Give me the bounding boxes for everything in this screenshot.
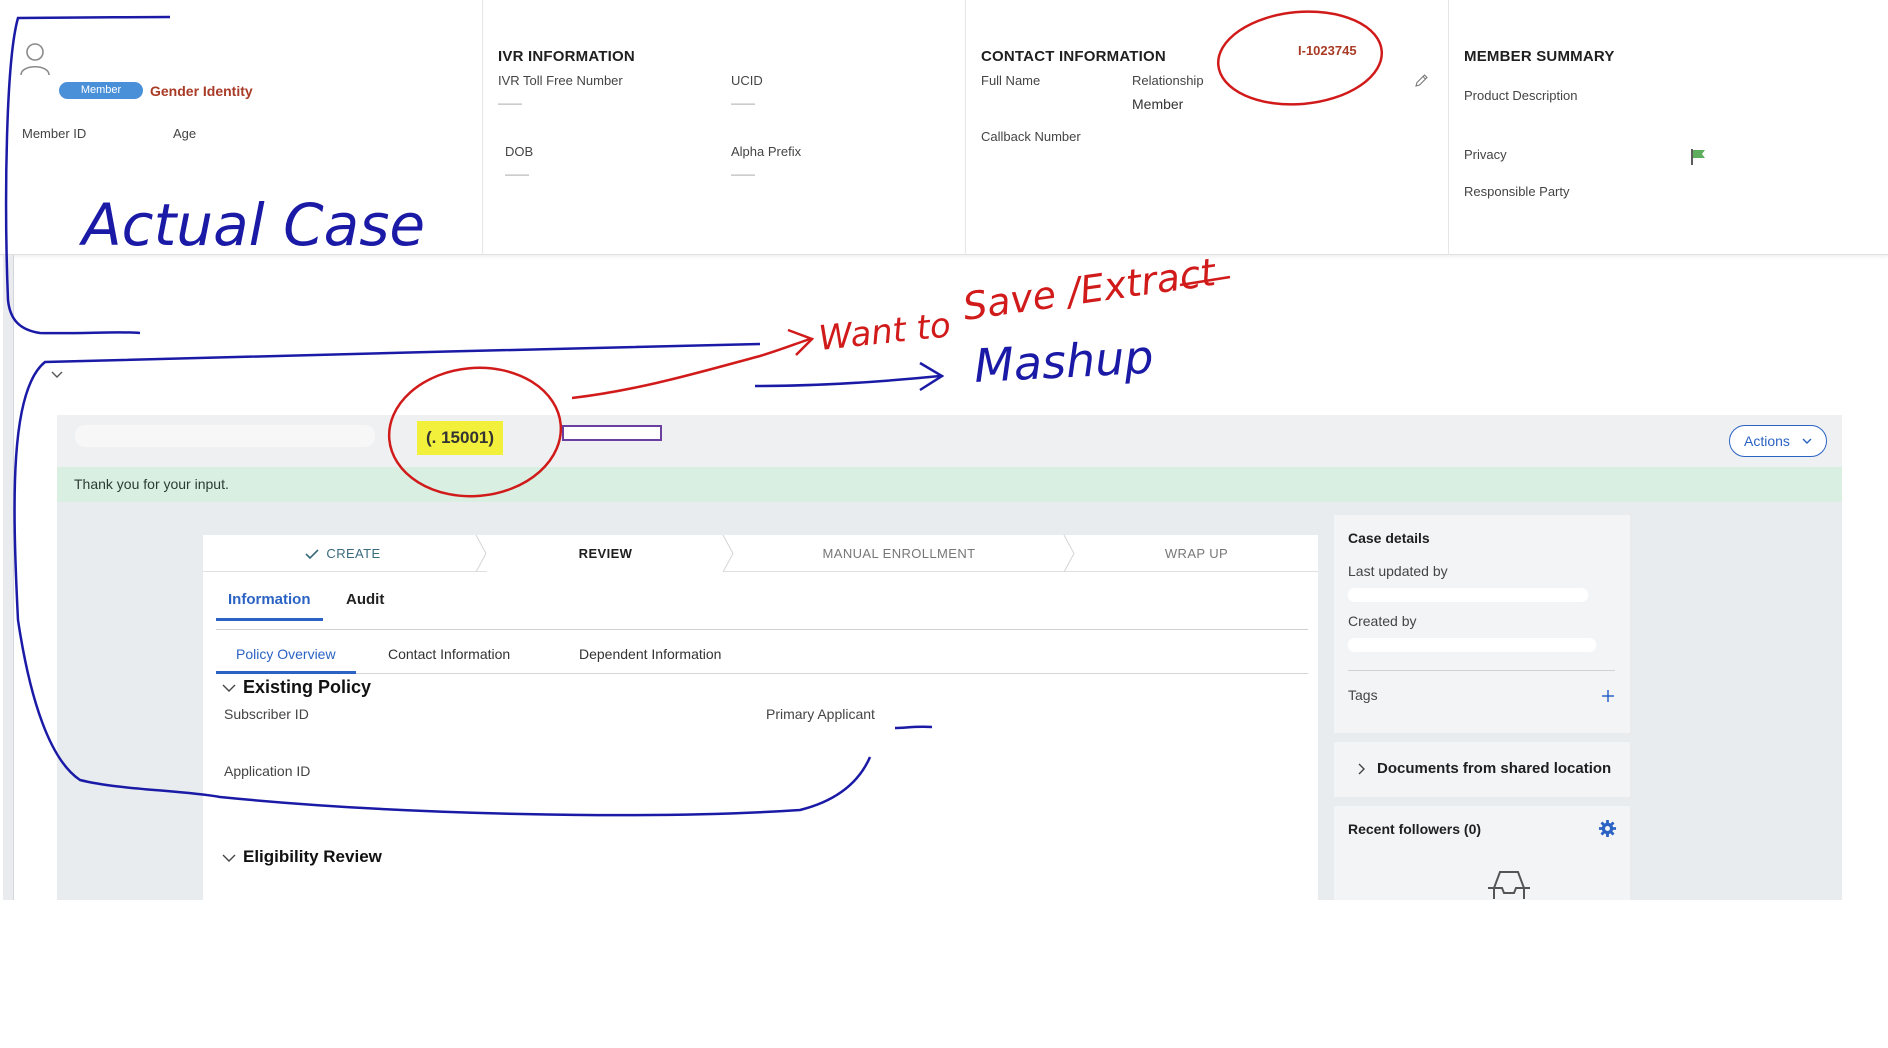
ivr-title: IVR INFORMATION <box>498 48 635 65</box>
divider <box>1348 670 1615 671</box>
stage-separator <box>475 535 487 572</box>
member-summary-title: MEMBER SUMMARY <box>1464 48 1615 65</box>
chevron-down-icon[interactable] <box>222 684 236 693</box>
existing-policy-heading[interactable]: Existing Policy <box>243 677 371 698</box>
redacted-value <box>1348 638 1596 652</box>
stage-label: REVIEW <box>578 546 633 561</box>
gender-identity-label: Gender Identity <box>150 83 253 99</box>
annotation-mashup: Mashup <box>973 330 1155 393</box>
redacted-value <box>1348 588 1588 602</box>
ucid-label: UCID <box>731 73 763 88</box>
gear-icon[interactable] <box>1598 819 1617 838</box>
case-status-badge <box>562 425 662 441</box>
ucid-value: —— <box>731 96 755 110</box>
case-main-card: CREATE REVIEW MANUAL ENROLLMENT WRAP UP … <box>203 535 1318 900</box>
chevron-down-icon[interactable] <box>50 370 64 380</box>
privacy-label: Privacy <box>1464 147 1507 162</box>
stage-manual-enrollment[interactable]: MANUAL ENROLLMENT <box>734 535 1064 572</box>
member-header: Member Gender Identity Member ID Age IVR… <box>0 0 1888 255</box>
stage-separator <box>1063 535 1075 572</box>
documents-panel[interactable]: Documents from shared location <box>1334 742 1630 797</box>
ivr-toll-free-value: —— <box>498 96 522 110</box>
subtab-dependent-information[interactable]: Dependent Information <box>559 643 741 674</box>
tab-information[interactable]: Information <box>216 587 323 621</box>
flag-icon <box>1691 149 1705 165</box>
product-description-label: Product Description <box>1464 88 1578 103</box>
recent-followers-panel: Recent followers (0) <box>1334 806 1630 900</box>
annotation-want-to: Want to <box>817 305 953 359</box>
success-message: Thank you for your input. <box>74 476 229 492</box>
recent-followers-title: Recent followers (0) <box>1348 821 1482 837</box>
stage-progress: CREATE REVIEW MANUAL ENROLLMENT WRAP UP <box>203 535 1318 572</box>
stage-label: CREATE <box>326 546 381 561</box>
dob-value: —— <box>505 167 529 181</box>
primary-applicant-label: Primary Applicant <box>766 706 875 722</box>
case-reference-id[interactable]: I-1023745 <box>1298 43 1357 58</box>
member-identity-section: Member Gender Identity Member ID Age <box>0 0 482 255</box>
actions-label: Actions <box>1744 433 1790 449</box>
created-by-label: Created by <box>1348 613 1417 629</box>
chevron-down-icon[interactable] <box>222 854 236 863</box>
responsible-party-label: Responsible Party <box>1464 184 1570 199</box>
stage-create[interactable]: CREATE <box>203 535 483 572</box>
case-details-panel: Case details Last updated by Created by … <box>1334 515 1630 733</box>
plus-icon[interactable] <box>1601 689 1615 703</box>
case-details-title: Case details <box>1348 530 1430 546</box>
stage-separator <box>722 535 734 572</box>
pencil-icon[interactable] <box>1413 73 1429 89</box>
ivr-toll-free-label: IVR Toll Free Number <box>498 73 623 88</box>
stage-label: WRAP UP <box>1164 546 1229 561</box>
member-badge: Member <box>59 82 143 99</box>
annotation-save-extract: Save /Extract <box>960 250 1220 329</box>
age-label: Age <box>173 126 197 141</box>
contact-title: CONTACT INFORMATION <box>981 48 1166 65</box>
stage-wrap-up[interactable]: WRAP UP <box>1075 535 1318 572</box>
alpha-prefix-label: Alpha Prefix <box>731 144 802 159</box>
relationship-label: Relationship <box>1132 73 1204 88</box>
stage-review[interactable]: REVIEW <box>487 535 724 572</box>
policy-subtabs: Policy Overview Contact Information Depe… <box>216 643 1308 674</box>
relationship-value: Member <box>1132 96 1184 112</box>
alpha-prefix-value: —— <box>731 167 755 181</box>
contact-information-section: CONTACT INFORMATION Full Name Relationsh… <box>966 0 1448 255</box>
dob-label: DOB <box>505 144 534 159</box>
tags-label: Tags <box>1348 687 1378 703</box>
stage-label: MANUAL ENROLLMENT <box>822 546 976 561</box>
member-summary-section: MEMBER SUMMARY Product Description Priva… <box>1449 0 1888 255</box>
eligibility-review-heading[interactable]: Eligibility Review <box>243 847 382 867</box>
user-icon <box>20 43 50 76</box>
full-name-label: Full Name <box>981 73 1041 88</box>
case-title-bar: (. 15001) Actions <box>57 415 1842 467</box>
subtab-policy-overview[interactable]: Policy Overview <box>216 643 356 674</box>
application-id-label: Application ID <box>224 763 311 779</box>
tabs-divider <box>216 629 1308 630</box>
subscriber-id-label: Subscriber ID <box>224 706 309 722</box>
last-updated-label: Last updated by <box>1348 563 1448 579</box>
redacted-case-name <box>75 425 375 447</box>
case-id: (. 15001) <box>417 421 504 455</box>
chevron-down-icon <box>1802 438 1812 444</box>
case-container: (. 15001) Actions Thank you for your inp… <box>57 415 1842 900</box>
subtab-contact-information[interactable]: Contact Information <box>368 643 530 674</box>
left-rail <box>3 255 14 900</box>
empty-followers-icon <box>1488 871 1530 899</box>
check-icon <box>305 549 319 559</box>
chevron-right-icon <box>1358 763 1365 775</box>
documents-title: Documents from shared location <box>1377 760 1612 777</box>
actions-button[interactable]: Actions <box>1729 425 1827 457</box>
success-banner: Thank you for your input. <box>57 467 1842 502</box>
member-id-label: Member ID <box>22 126 87 141</box>
callback-number-label: Callback Number <box>981 129 1081 144</box>
tab-audit[interactable]: Audit <box>334 587 396 621</box>
ivr-information-section: IVR INFORMATION IVR Toll Free Number —— … <box>483 0 965 255</box>
